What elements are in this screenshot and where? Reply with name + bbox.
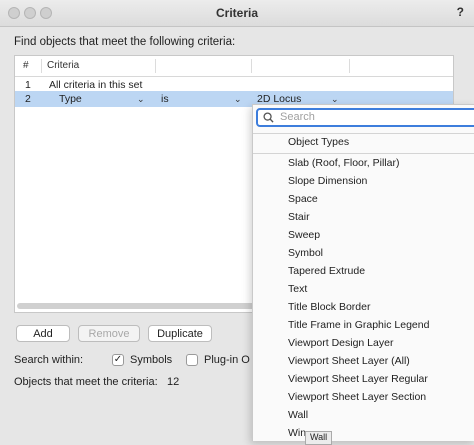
dropdown-option[interactable]: Wall xyxy=(288,406,308,424)
search-within-label: Search within: xyxy=(14,354,84,366)
help-button[interactable]: ? xyxy=(457,5,464,19)
dropdown-option[interactable]: Viewport Design Layer xyxy=(288,334,393,352)
row-number: 2 xyxy=(25,93,31,105)
operator-select[interactable]: is xyxy=(161,91,169,107)
search-icon xyxy=(263,112,274,123)
dropdown-option[interactable]: Tapered Extrude xyxy=(288,262,365,280)
column-divider xyxy=(349,59,350,73)
column-header-criteria: Criteria xyxy=(47,56,80,77)
dropdown-option[interactable]: Viewport Sheet Layer (All) xyxy=(288,352,410,370)
dropdown-option[interactable]: Text xyxy=(288,280,307,298)
dropdown-option[interactable]: Slab (Roof, Floor, Pillar) xyxy=(288,154,399,172)
column-divider xyxy=(155,59,156,73)
symbols-checkbox[interactable]: ✓ xyxy=(112,354,124,366)
plugin-label: Plug-in O xyxy=(204,354,250,366)
dropdown-option[interactable]: Symbol xyxy=(288,244,323,262)
dropdown-option[interactable]: Viewport Sheet Layer Regular xyxy=(288,370,428,388)
field-select[interactable]: Type xyxy=(59,91,82,107)
object-type-dropdown[interactable]: Search Object Types Slab (Roof, Floor, P… xyxy=(252,104,474,441)
search-field[interactable]: Search xyxy=(256,108,474,127)
title-bar: Criteria ? xyxy=(0,0,474,27)
dropdown-option[interactable]: Slope Dimension xyxy=(288,172,367,190)
duplicate-button[interactable]: Duplicate xyxy=(148,325,212,342)
divider xyxy=(253,133,474,134)
dropdown-option[interactable]: Space xyxy=(288,190,318,208)
dropdown-option[interactable]: Stair xyxy=(288,208,310,226)
column-divider xyxy=(251,59,252,73)
objects-count-label: Objects that meet the criteria: xyxy=(14,376,158,388)
dropdown-option[interactable]: Win xyxy=(288,424,306,441)
search-placeholder: Search xyxy=(280,111,315,123)
column-header-number: # xyxy=(23,56,29,77)
remove-button[interactable]: Remove xyxy=(78,325,140,342)
symbols-label: Symbols xyxy=(130,354,173,366)
window-title: Criteria xyxy=(215,6,259,20)
tooltip: Wall xyxy=(305,431,333,445)
plugin-checkbox[interactable] xyxy=(186,354,198,366)
dropdown-option[interactable]: Title Block Border xyxy=(288,298,370,316)
dropdown-option[interactable]: Viewport Sheet Layer Section xyxy=(288,388,426,406)
chevron-down-icon[interactable]: ⌄ xyxy=(137,91,145,107)
add-button[interactable]: Add xyxy=(16,325,70,342)
dropdown-option[interactable]: Title Frame in Graphic Legend xyxy=(288,316,429,334)
column-divider xyxy=(41,59,42,73)
checkmark-icon: ✓ xyxy=(113,354,123,365)
criteria-prompt: Find objects that meet the following cri… xyxy=(14,36,236,48)
objects-count-value: 12 xyxy=(167,376,180,388)
dropdown-option[interactable]: Sweep xyxy=(288,226,320,244)
dropdown-header: Object Types xyxy=(288,136,350,148)
chevron-down-icon[interactable]: ⌄ xyxy=(234,91,242,107)
